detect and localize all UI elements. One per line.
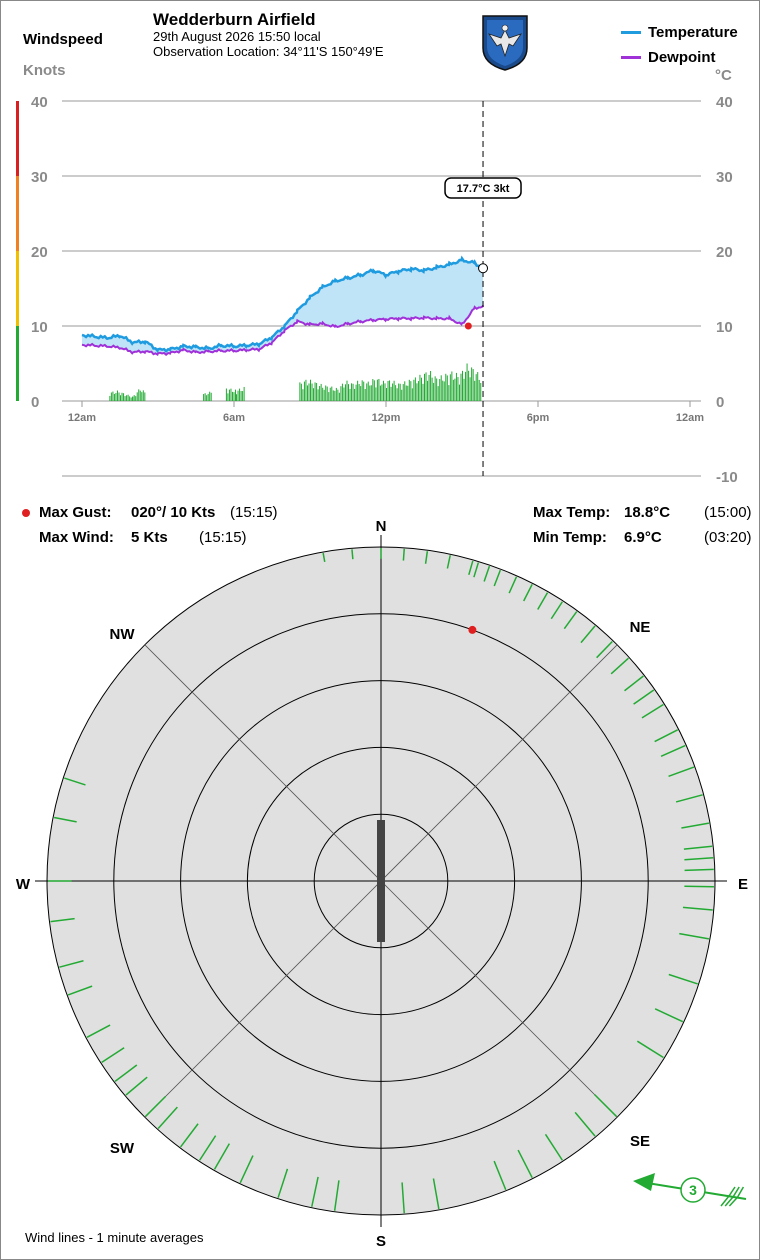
- weather-station-panel: Windspeed Knots Wedderburn Airfield 29th…: [0, 0, 760, 1260]
- compass-label-e: E: [738, 876, 748, 893]
- compass-label-n: N: [376, 518, 387, 535]
- max-gust-compass-marker: [468, 625, 477, 634]
- compass-label-se: SE: [630, 1133, 650, 1150]
- current-wind-indicator: 3: [633, 1173, 747, 1207]
- current-speed-value: 3: [689, 1182, 697, 1198]
- wind-compass: NSEWNENWSESW3: [16, 518, 748, 1250]
- wind-line: [684, 885, 714, 888]
- wind-lines-note: Wind lines - 1 minute averages: [25, 1230, 204, 1245]
- wind-arrow-feather: [720, 1195, 730, 1207]
- compass-label-ne: NE: [630, 619, 651, 636]
- compass-label-w: W: [16, 876, 31, 893]
- wind-arrow-head: [633, 1173, 655, 1191]
- wind-line: [684, 868, 714, 872]
- wind-line: [402, 548, 405, 561]
- wind-line: [351, 549, 354, 560]
- current-wind-direction-bar: [377, 820, 385, 942]
- compass-label-s: S: [376, 1233, 386, 1250]
- compass-label-nw: NW: [110, 626, 136, 643]
- compass-label-sw: SW: [110, 1140, 135, 1157]
